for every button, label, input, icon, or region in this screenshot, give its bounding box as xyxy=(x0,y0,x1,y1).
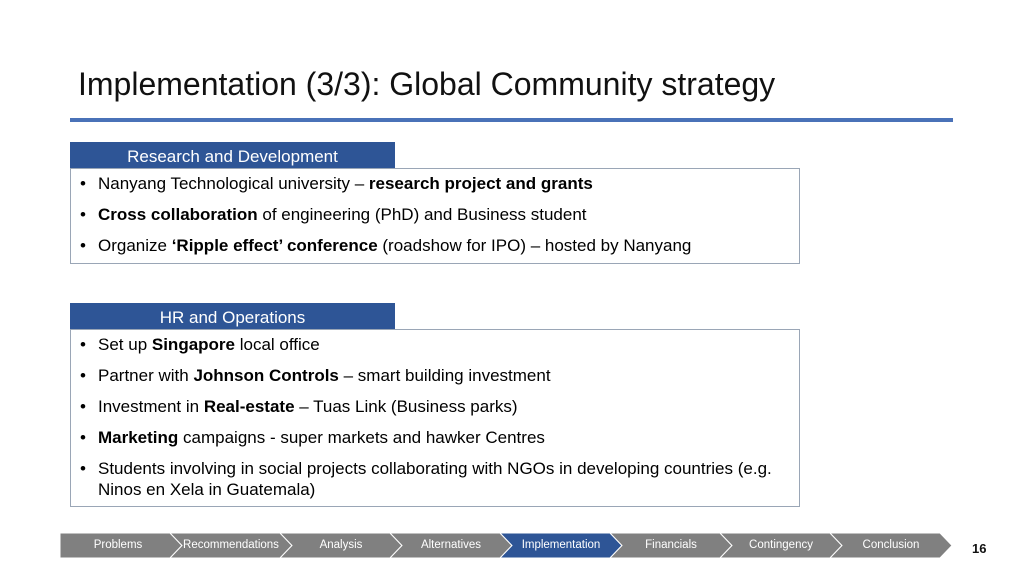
rd-bullet-item: Cross collaboration of engineering (PhD)… xyxy=(79,204,791,225)
hr-bullet-item: Students involving in social projects co… xyxy=(79,458,791,500)
hr-bullet-item: Investment in Real-estate – Tuas Link (B… xyxy=(79,396,791,417)
hr-section-box: Set up Singapore local office Partner wi… xyxy=(70,329,800,507)
nav-step-implementation: Implementation xyxy=(521,539,601,551)
title-divider xyxy=(70,118,953,122)
nav-step-conclusion: Conclusion xyxy=(862,539,920,551)
rd-bullet-item: Organize ‘Ripple effect’ conference (roa… xyxy=(79,235,791,256)
nav-step-analysis: Analysis xyxy=(319,539,363,551)
nav-step-problems: Problems xyxy=(93,539,143,551)
rd-bullet-item: Nanyang Technological university – resea… xyxy=(79,173,791,194)
rd-section-box: Nanyang Technological university – resea… xyxy=(70,168,800,264)
section-navigation-bar: Problems Recommendations Analysis Alternati… xyxy=(60,533,952,558)
nav-step-contingency: Contingency xyxy=(749,539,813,551)
hr-bullet-list: Set up Singapore local office Partner wi… xyxy=(79,334,791,500)
rd-bullet-list: Nanyang Technological university – resea… xyxy=(79,173,791,256)
hr-bullet-item: Marketing campaigns - super markets and … xyxy=(79,427,791,448)
nav-step-recommendations: Recommendations xyxy=(183,539,279,551)
rd-section-header: Research and Development xyxy=(70,142,395,169)
slide-title: Implementation (3/3): Global Community s… xyxy=(78,66,776,102)
nav-step-financials: Financials xyxy=(645,539,697,551)
hr-bullet-item: Set up Singapore local office xyxy=(79,334,791,355)
nav-step-alternatives: Alternatives xyxy=(420,539,482,551)
hr-bullet-item: Partner with Johnson Controls – smart bu… xyxy=(79,365,791,386)
page-number: 16 xyxy=(972,541,987,556)
hr-section-header: HR and Operations xyxy=(70,303,395,330)
